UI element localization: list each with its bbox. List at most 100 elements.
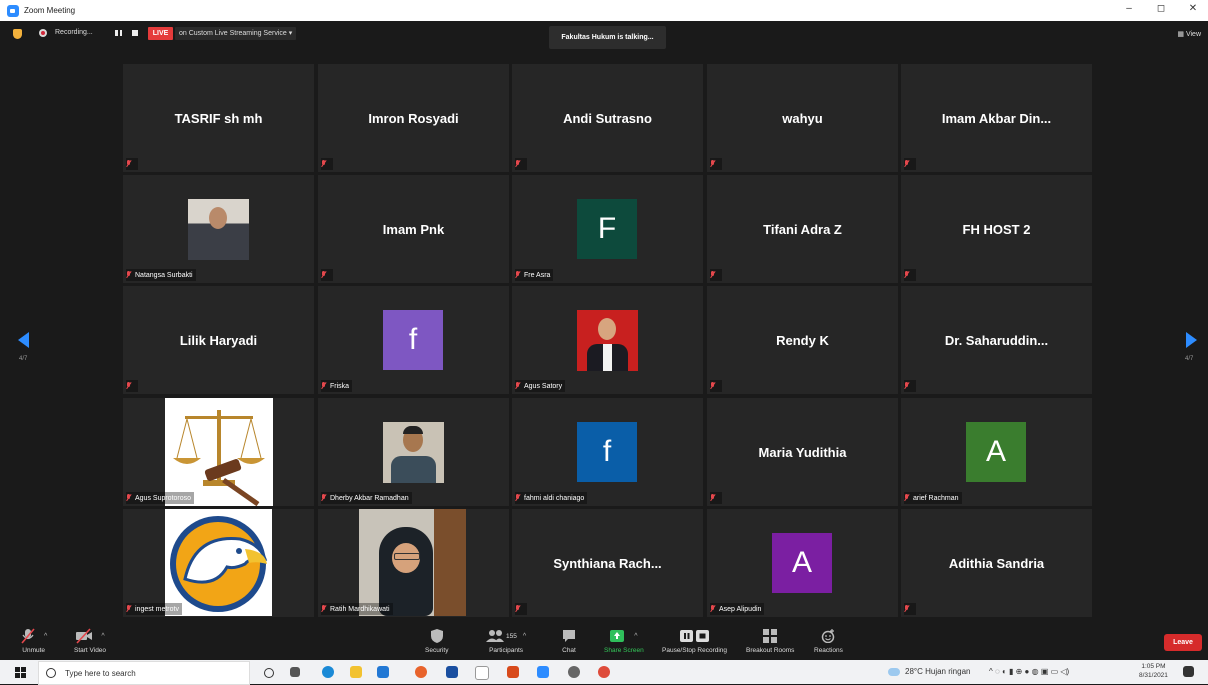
video-tile[interactable]: Maria Yudithia bbox=[707, 398, 898, 506]
firefox-icon[interactable] bbox=[415, 666, 427, 678]
video-tile[interactable]: A arief Rachman bbox=[901, 398, 1092, 506]
participant-name: wahyu bbox=[782, 110, 823, 126]
video-tile[interactable]: f Friska bbox=[318, 286, 509, 394]
muted-mic-icon bbox=[515, 605, 521, 613]
start-video-button[interactable]: ^ Start Video bbox=[74, 628, 106, 654]
weather-text[interactable]: 28°C Hujan ringan bbox=[905, 667, 970, 676]
video-tile[interactable]: Lilik Haryadi bbox=[123, 286, 314, 394]
video-tile[interactable]: ingest metrotv bbox=[123, 509, 314, 617]
maximize-button[interactable]: ◻ bbox=[1154, 3, 1168, 14]
next-page-arrow-icon[interactable] bbox=[1186, 332, 1197, 348]
video-tile[interactable]: Agus Suprotoroso bbox=[123, 398, 314, 506]
taskbar-search-box[interactable]: Type here to search bbox=[38, 661, 250, 685]
taskbar-clock[interactable]: 1:05 PM 8/31/2021 bbox=[1139, 662, 1168, 680]
meeting-info-shield-icon[interactable] bbox=[13, 29, 22, 39]
muted-mic-icon bbox=[904, 605, 910, 613]
chat-button[interactable]: Chat bbox=[562, 628, 576, 654]
participant-name: Rendy K bbox=[776, 332, 829, 348]
video-tile[interactable]: TASRIF sh mh bbox=[123, 64, 314, 172]
video-tile[interactable]: Imron Rosyadi bbox=[318, 64, 509, 172]
participant-name: Tifani Adra Z bbox=[763, 221, 842, 237]
office-icon[interactable] bbox=[507, 666, 519, 678]
security-label: Security bbox=[425, 647, 449, 654]
participant-label: Agus Satory bbox=[524, 382, 563, 390]
notifications-icon[interactable] bbox=[1183, 666, 1194, 677]
muted-mic-icon bbox=[321, 605, 327, 613]
participant-name: Synthiana Rach... bbox=[553, 555, 662, 571]
video-tile[interactable]: FH HOST 2 bbox=[901, 175, 1092, 283]
video-tile[interactable]: Dherby Akbar Ramadhan bbox=[318, 398, 509, 506]
participant-name: Dr. Saharuddin... bbox=[944, 332, 1049, 348]
edge-icon[interactable] bbox=[322, 666, 334, 678]
mail-icon[interactable] bbox=[377, 666, 389, 678]
profile-photo bbox=[383, 422, 444, 483]
previous-page-arrow-icon[interactable] bbox=[18, 332, 29, 348]
participants-button[interactable]: 155 ^ Participants bbox=[486, 628, 526, 654]
muted-mic-icon bbox=[904, 160, 910, 168]
pause-stop-recording-button[interactable]: Pause/Stop Recording bbox=[662, 628, 727, 654]
breakout-rooms-button[interactable]: Breakout Rooms bbox=[746, 628, 794, 654]
active-speaker-banner: Fakultas Hukum is talking... bbox=[549, 26, 666, 49]
windows-taskbar: Type here to search 28°C Hujan ringan ^ … bbox=[0, 660, 1208, 685]
video-tile[interactable]: Rendy K bbox=[707, 286, 898, 394]
meeting-toolbar: ^ Unmute ^ Start Video Security 155 ^ Pa… bbox=[0, 626, 1208, 660]
pause-stop-label: Pause/Stop Recording bbox=[662, 647, 728, 654]
minimize-button[interactable]: – bbox=[1122, 3, 1136, 14]
dropbox-icon[interactable] bbox=[446, 666, 458, 678]
video-tile[interactable]: Adithia Sandria bbox=[901, 509, 1092, 617]
video-tile[interactable]: Imam Pnk bbox=[318, 175, 509, 283]
muted-mic-icon bbox=[126, 160, 132, 168]
video-tile[interactable]: Andi Sutrasno bbox=[512, 64, 703, 172]
gallery-grid: TASRIF sh mh Imron Rosyadi Andi Sutrasno… bbox=[123, 64, 1093, 617]
chrome-icon[interactable] bbox=[598, 666, 610, 678]
leave-button[interactable]: Leave bbox=[1164, 634, 1202, 651]
participant-name: Adithia Sandria bbox=[948, 555, 1045, 571]
clock-date: 8/31/2021 bbox=[1139, 672, 1168, 679]
task-view-icon[interactable] bbox=[290, 667, 300, 677]
scales-of-justice-image bbox=[165, 398, 273, 506]
settings-gear-icon[interactable] bbox=[568, 666, 580, 678]
live-service-dropdown[interactable]: on Custom Live Streaming Service ▾ bbox=[175, 27, 297, 40]
cortana-icon[interactable] bbox=[264, 668, 274, 678]
file-explorer-icon[interactable] bbox=[350, 666, 362, 678]
amazon-icon[interactable] bbox=[475, 666, 489, 680]
video-tile[interactable]: Dr. Saharuddin... bbox=[901, 286, 1092, 394]
muted-mic-icon bbox=[710, 605, 716, 613]
breakout-rooms-icon bbox=[763, 628, 778, 644]
muted-mic-icon bbox=[126, 605, 132, 613]
video-tile[interactable]: f fahmi aldi chaniago bbox=[512, 398, 703, 506]
pause-stop-icon bbox=[679, 628, 710, 644]
page-indicator-right: 4/7 bbox=[1185, 356, 1194, 362]
windows-start-icon[interactable] bbox=[15, 667, 26, 678]
muted-mic-icon bbox=[321, 160, 327, 168]
muted-mic-icon bbox=[904, 494, 910, 502]
muted-mic-icon bbox=[710, 271, 716, 279]
security-button[interactable]: Security bbox=[425, 628, 448, 654]
video-tile[interactable]: F Fre Asra bbox=[512, 175, 703, 283]
share-screen-button[interactable]: ^ Share Screen bbox=[604, 628, 644, 654]
close-button[interactable]: ✕ bbox=[1186, 3, 1200, 14]
participant-label: Natangsa Surbakti bbox=[135, 271, 193, 279]
video-off-icon: ^ bbox=[75, 628, 105, 644]
window-title: Zoom Meeting bbox=[24, 6, 76, 15]
window-titlebar: Zoom Meeting – ◻ ✕ bbox=[0, 0, 1208, 21]
video-tile[interactable]: Imam Akbar Din... bbox=[901, 64, 1092, 172]
participant-name: Maria Yudithia bbox=[758, 444, 847, 460]
reactions-button[interactable]: Reactions bbox=[814, 628, 843, 654]
stop-recording-button[interactable] bbox=[132, 30, 138, 36]
video-tile[interactable]: A Asep Alipudin bbox=[707, 509, 898, 617]
video-tile[interactable]: Ratih Mardhikawati bbox=[318, 509, 509, 617]
avatar: F bbox=[577, 199, 637, 259]
unmute-button[interactable]: ^ Unmute bbox=[20, 628, 47, 654]
video-tile[interactable]: wahyu bbox=[707, 64, 898, 172]
tray-icons[interactable]: ^ ◌ ◐ ▮ ⊕ ● ◍ ▣ ▭ ◁) bbox=[989, 667, 1069, 676]
video-tile[interactable]: Agus Satory bbox=[512, 286, 703, 394]
eagle-logo-image bbox=[165, 509, 272, 616]
view-button[interactable]: ▦ View bbox=[1177, 30, 1201, 38]
zoom-taskbar-icon[interactable] bbox=[537, 666, 549, 678]
video-tile[interactable]: Synthiana Rach... bbox=[512, 509, 703, 617]
video-tile[interactable]: Tifani Adra Z bbox=[707, 175, 898, 283]
pause-recording-button[interactable] bbox=[115, 30, 122, 36]
video-tile[interactable]: Natangsa Surbakti bbox=[123, 175, 314, 283]
participant-name: TASRIF sh mh bbox=[174, 110, 263, 126]
